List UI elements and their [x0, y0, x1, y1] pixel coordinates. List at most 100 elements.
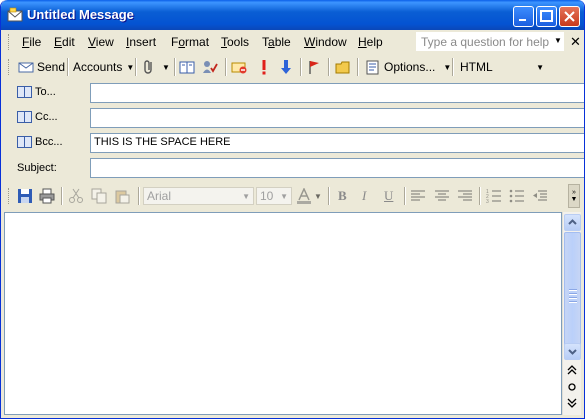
toolbar-separator [479, 187, 481, 205]
print-button[interactable] [39, 187, 55, 205]
font-color-button[interactable]: ▼ [296, 187, 322, 205]
options-button[interactable]: Options... ▼ [365, 58, 451, 76]
chevron-down-icon[interactable]: ▼ [554, 36, 562, 45]
align-center-button[interactable] [434, 187, 450, 205]
next-page-button[interactable] [566, 397, 578, 411]
menu-format[interactable]: Format [171, 35, 209, 49]
toolbar-separator [357, 58, 359, 76]
align-right-button[interactable] [457, 187, 473, 205]
help-search-input[interactable]: Type a question for help [416, 32, 564, 51]
message-format-select[interactable]: HTML ▼ [456, 58, 548, 76]
decrease-indent-icon [533, 190, 547, 201]
high-importance-button[interactable] [256, 58, 272, 76]
envelope-icon [7, 7, 23, 22]
chevron-down-icon: ▼ [314, 191, 322, 201]
menu-window[interactable]: Window [304, 35, 347, 49]
align-right-icon [458, 190, 472, 201]
subject-label: Subject: [17, 162, 57, 174]
folder-icon [335, 61, 350, 74]
scroll-down-button[interactable] [564, 343, 581, 360]
attach-file-button[interactable]: ▼ [141, 58, 170, 76]
close-icon [564, 11, 575, 22]
toolbar-separator [135, 58, 137, 76]
vertical-scrollbar[interactable] [562, 212, 581, 415]
address-book-icon [17, 136, 32, 148]
check-names-icon [203, 61, 218, 73]
chevron-down-icon: ▼ [570, 196, 578, 203]
toolbar-separator [404, 187, 406, 205]
toolbar-options-button[interactable]: » ▼ [568, 184, 580, 208]
to-button[interactable]: To... [17, 86, 56, 98]
options-icon [366, 60, 379, 75]
subject-field[interactable] [90, 158, 584, 178]
font-name-select[interactable]: Arial ▼ [143, 187, 254, 205]
numbered-list-button[interactable]: 123 [486, 187, 502, 205]
toolbar-separator [300, 58, 302, 76]
double-chevron-up-icon [567, 365, 577, 375]
menu-file[interactable]: File [22, 35, 41, 49]
document-close-icon[interactable]: ✕ [570, 34, 581, 50]
font-size-select[interactable]: 10 ▼ [256, 187, 292, 205]
chevron-down-icon: ▼ [536, 63, 544, 72]
toolbar-grip[interactable] [8, 59, 12, 75]
minimize-icon [519, 19, 526, 21]
address-book-icon [17, 86, 32, 98]
chevron-right-icon: » [572, 189, 576, 196]
toolbar-separator [328, 187, 330, 205]
menu-help[interactable]: Help [358, 35, 383, 49]
select-browse-object-button[interactable] [566, 381, 578, 395]
copy-button[interactable] [91, 187, 107, 205]
formatting-toolbar: Arial ▼ 10 ▼ ▼ B I U 123 » ▼ [4, 184, 582, 209]
low-importance-button[interactable] [278, 58, 294, 76]
bcc-button[interactable]: Bcc... [17, 136, 63, 148]
menu-tools[interactable]: Tools [221, 35, 249, 49]
bold-button[interactable]: B [338, 187, 347, 205]
accounts-button[interactable]: Accounts ▼ [73, 58, 134, 76]
close-button[interactable] [559, 6, 580, 27]
save-icon [18, 189, 32, 203]
check-names-button[interactable] [202, 58, 218, 76]
to-field[interactable] [90, 83, 584, 103]
bullet-list-button[interactable] [509, 187, 525, 205]
follow-up-flag-button[interactable] [306, 58, 322, 76]
toolbar-separator [61, 187, 63, 205]
italic-button[interactable]: I [362, 187, 366, 205]
address-book-button[interactable] [179, 58, 195, 76]
underline-button[interactable]: U [384, 187, 393, 205]
bcc-field[interactable]: THIS IS THE SPACE HERE [90, 133, 584, 153]
toolbar-separator [174, 58, 176, 76]
arrow-down-icon [281, 60, 291, 74]
paste-button[interactable] [114, 187, 130, 205]
menu-edit[interactable]: Edit [54, 35, 75, 49]
flag-icon [309, 61, 319, 74]
chevron-down-icon: ▼ [443, 62, 452, 72]
permission-button[interactable] [231, 58, 247, 76]
double-chevron-down-icon [567, 398, 577, 408]
scrollbar-thumb[interactable] [564, 232, 581, 356]
align-center-icon [435, 190, 449, 201]
minimize-button[interactable] [513, 6, 534, 27]
align-left-button[interactable] [410, 187, 426, 205]
previous-page-button[interactable] [566, 364, 578, 378]
envelope-restricted-icon [231, 62, 247, 74]
title-bar[interactable]: Untitled Message [1, 0, 584, 30]
cc-field[interactable] [90, 108, 584, 128]
save-button[interactable] [17, 187, 33, 205]
message-body-editor[interactable] [4, 212, 562, 415]
decrease-indent-button[interactable] [532, 187, 548, 205]
scroll-up-button[interactable] [564, 214, 581, 231]
chevron-down-icon: ▼ [162, 62, 170, 72]
menu-insert[interactable]: Insert [126, 35, 156, 49]
menu-view[interactable]: View [88, 35, 114, 49]
cut-button[interactable] [68, 187, 84, 205]
maximize-button[interactable] [536, 6, 557, 27]
open-folder-button[interactable] [335, 58, 351, 76]
menu-table[interactable]: Table [262, 35, 291, 49]
cc-button[interactable]: Cc... [17, 111, 58, 123]
send-button[interactable]: Send [18, 58, 65, 76]
paperclip-icon [144, 60, 152, 74]
toolbar-grip[interactable] [8, 34, 12, 50]
toolbar-grip[interactable] [8, 188, 12, 204]
chevron-down-icon [568, 349, 577, 355]
thumb-grip [569, 289, 577, 305]
